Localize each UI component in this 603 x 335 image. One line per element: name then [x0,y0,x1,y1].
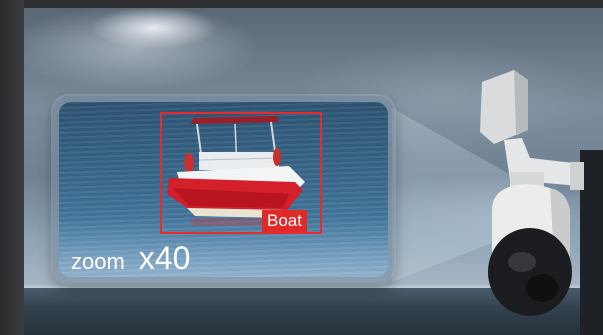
zoom-preview-image: Boat zoom x40 [59,102,388,277]
frame-left-edge [0,0,24,335]
frame-top-edge [0,0,603,8]
zoom-preview-panel: Boat zoom x40 [53,96,394,283]
ptz-camera-icon [480,70,603,335]
detection-label: Boat [262,210,307,232]
zoom-caption-word: zoom [71,249,125,274]
zoom-level: x40 [138,240,191,276]
zoom-caption: zoom x40 [71,240,190,277]
camera-scene: Boat zoom x40 [0,0,603,335]
